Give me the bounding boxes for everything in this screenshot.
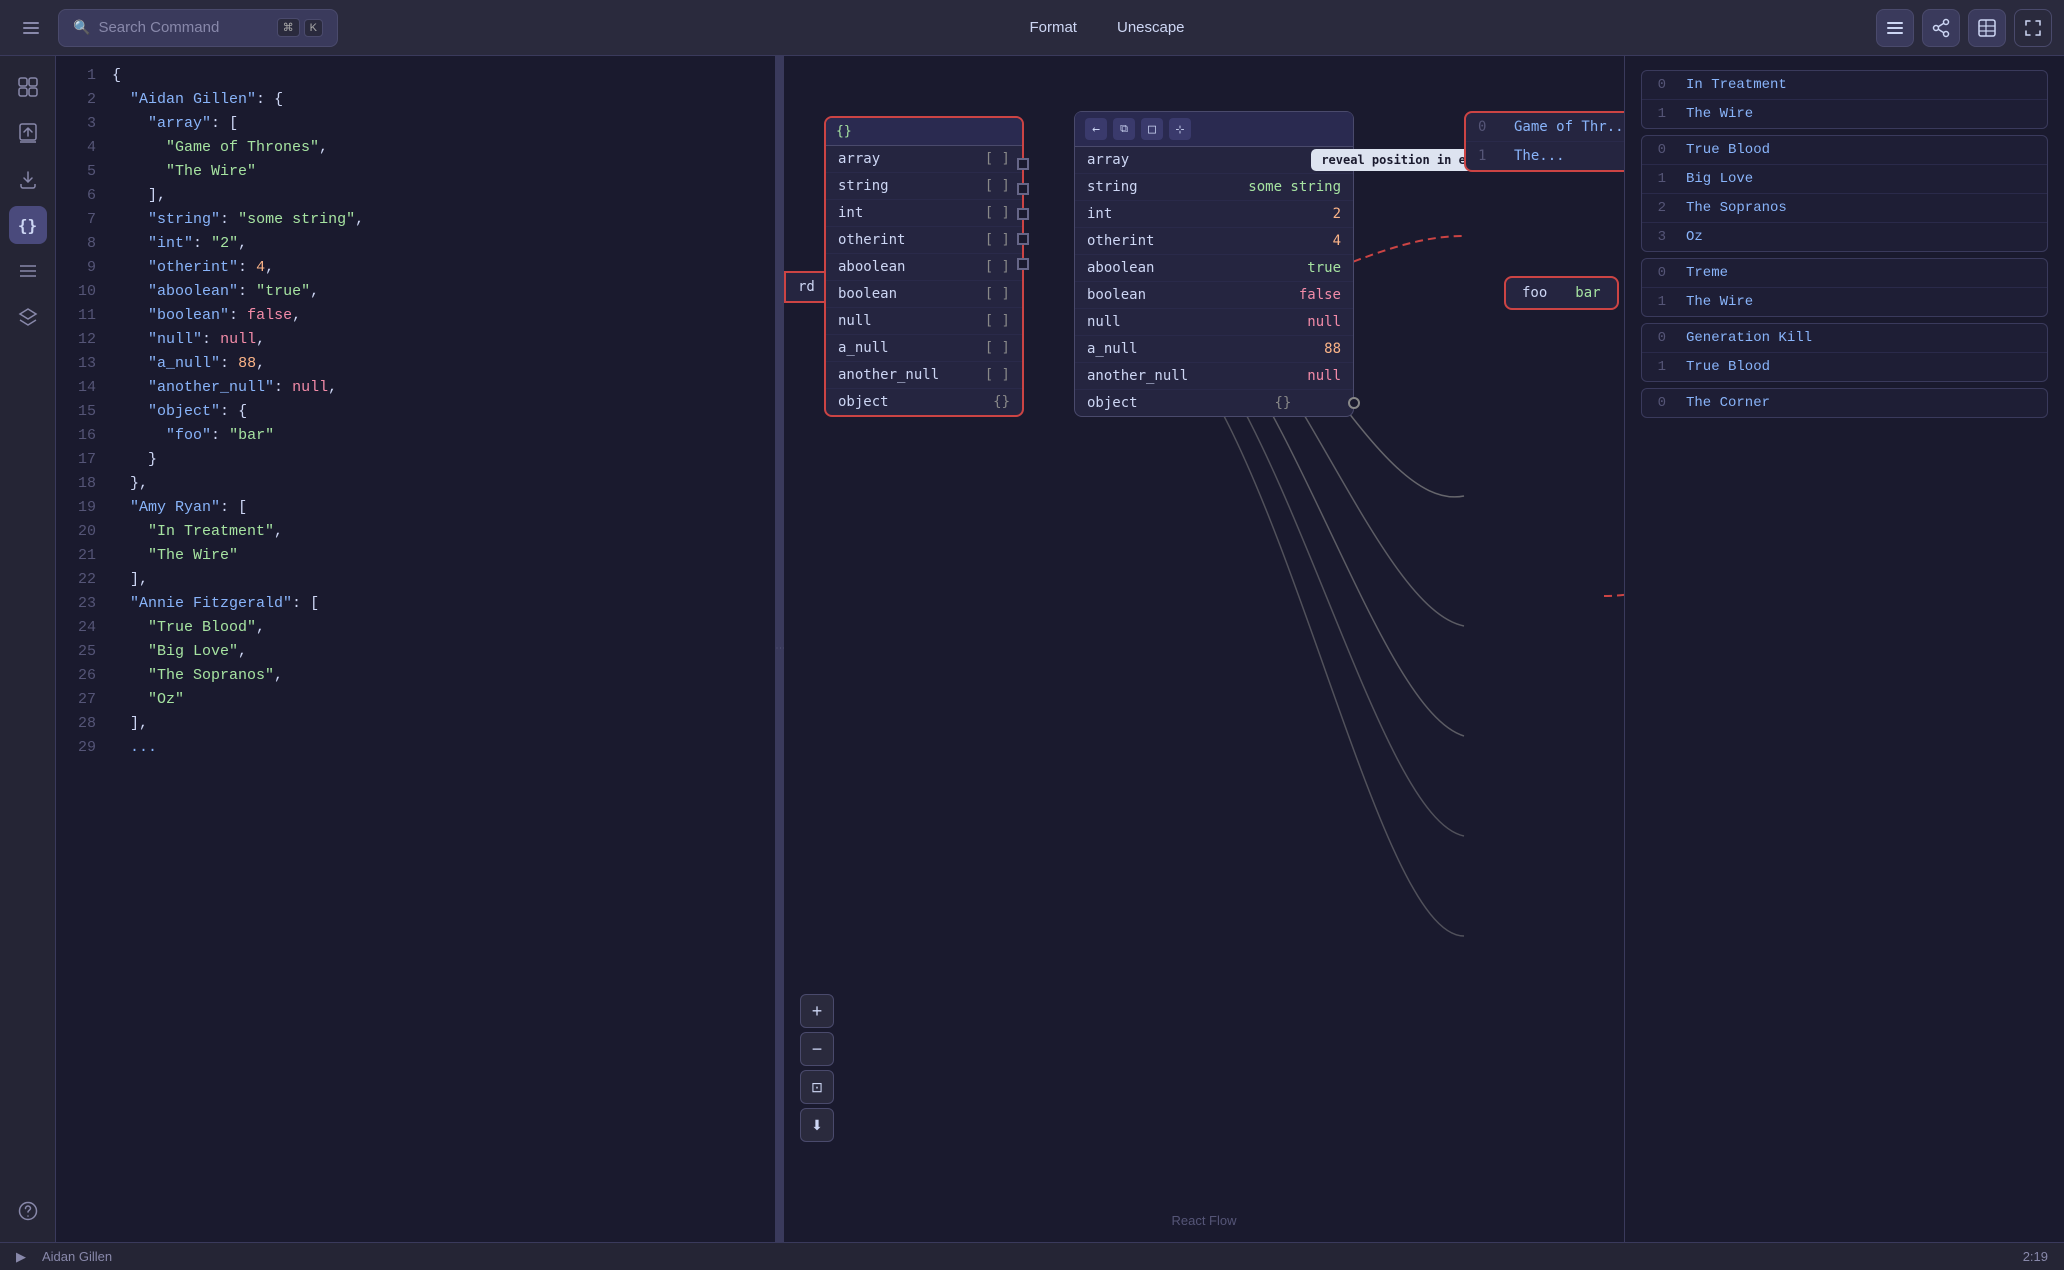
node-collapse-btn[interactable]: □ [1141,118,1163,140]
zoom-in-btn[interactable]: + [800,994,834,1028]
the-corner-node[interactable]: 0 The Corner [1641,388,2048,418]
node-back-btn[interactable]: ← [1085,118,1107,140]
layout-icon[interactable] [9,68,47,106]
array-top-node[interactable]: 0 Game of Thr... 1 The... [1464,111,1624,172]
toolbar-right [1876,9,2052,47]
table-icon-btn[interactable] [1968,9,2006,47]
sidebar-toggle-icon[interactable] [12,9,50,47]
layers-icon[interactable] [9,298,47,336]
code-panel: 1 { 2 "Aidan Gillen": { 3 "array": [ 4 "… [56,56,776,1242]
node-brace-icon: {} [836,124,852,139]
code-line-23: 23 "Annie Fitzgerald": [ [56,592,775,616]
code-line-10: 10 "aboolean": "true", [56,280,775,304]
detail-node[interactable]: ← ⧉ □ ⊹ array reveal position in editor … [1074,111,1354,417]
code-line-24: 24 "True Blood", [56,616,775,640]
cmd-key: ⌘ [277,18,300,37]
unescape-button[interactable]: Unescape [1109,13,1193,42]
search-shortcut: ⌘ K [277,18,323,37]
code-line-29: 29 ... [56,736,775,760]
search-command-input[interactable]: 🔍 Search Command ⌘ K [58,9,338,47]
search-icon: 🔍 [73,19,90,36]
expand-arrow[interactable]: ▶ [16,1249,26,1265]
code-line-22: 22 ], [56,568,775,592]
code-line-8: 8 "int": "2", [56,232,775,256]
search-text: Search Command [98,19,268,36]
node-focus-btn[interactable]: ⊹ [1169,118,1191,140]
download-icon[interactable] [9,160,47,198]
code-line-13: 13 "a_null": 88, [56,352,775,376]
code-line-25: 25 "Big Love", [56,640,775,664]
code-line-19: 19 "Amy Ryan": [ [56,496,775,520]
code-line-26: 26 "The Sopranos", [56,664,775,688]
annie-fitzgerald-node[interactable]: 0 True Blood 1 Big Love 2 The Sopranos 3… [1641,135,2048,252]
code-line-21: 21 "The Wire" [56,544,775,568]
braces-icon[interactable]: {} [9,206,47,244]
code-line-15: 15 "object": { [56,400,775,424]
list-icon[interactable] [9,252,47,290]
foo-bar-node[interactable]: foo bar [1504,276,1619,310]
code-line-1: 1 { [56,64,775,88]
flow-panel[interactable]: {} array[ ] string[ ] int[ ] otherint[ ]… [784,56,1624,1242]
main-aidan-node[interactable]: {} array[ ] string[ ] int[ ] otherint[ ]… [824,116,1024,417]
upload-icon[interactable] [9,114,47,152]
code-line-7: 7 "string": "some string", [56,208,775,232]
code-line-12: 12 "null": null, [56,328,775,352]
treme-thewire-node[interactable]: 0 Treme 1 The Wire [1641,258,2048,317]
main-layout: {} 1 [0,56,2064,1242]
code-line-11: 11 "boolean": false, [56,304,775,328]
fit-view-btn[interactable]: ⊡ [800,1070,834,1104]
resize-handle[interactable]: ⋮ [776,56,784,1242]
current-name: Aidan Gillen [42,1249,112,1264]
code-line-4: 4 "Game of Thrones", [56,136,775,160]
sidebar-icons: {} [0,56,56,1242]
code-line-20: 20 "In Treatment", [56,520,775,544]
react-flow-label: React Flow [1171,1213,1236,1228]
download-btn[interactable]: ⬇ [800,1108,834,1142]
cursor-position: 2:19 [2023,1249,2048,1264]
generation-kill-node[interactable]: 0 Generation Kill 1 True Blood [1641,323,2048,382]
help-icon[interactable] [9,1192,47,1230]
code-line-5: 5 "The Wire" [56,160,775,184]
code-line-16: 16 "foo": "bar" [56,424,775,448]
code-line-17: 17 } [56,448,775,472]
amy-ryan-node[interactable]: 0 In Treatment 1 The Wire [1641,70,2048,129]
code-line-14: 14 "another_null": null, [56,376,775,400]
toolbar-center: Format Unescape [346,13,1868,42]
right-panel: 0 In Treatment 1 The Wire 0 True Blood 1… [1624,56,2064,1242]
status-bar: ▶ Aidan Gillen 2:19 [0,1242,2064,1270]
format-button[interactable]: Format [1021,13,1085,42]
toolbar: 🔍 Search Command ⌘ K Format Unescape [0,0,2064,56]
code-editor[interactable]: 1 { 2 "Aidan Gillen": { 3 "array": [ 4 "… [56,56,775,1242]
zoom-controls: + − ⊡ ⬇ [800,994,834,1142]
node-copy-btn[interactable]: ⧉ [1113,118,1135,140]
expand-icon-btn[interactable] [2014,9,2052,47]
code-line-9: 9 "otherint": 4, [56,256,775,280]
code-line-3: 3 "array": [ [56,112,775,136]
code-line-28: 28 ], [56,712,775,736]
k-key: K [304,19,323,37]
code-line-2: 2 "Aidan Gillen": { [56,88,775,112]
code-line-6: 6 ], [56,184,775,208]
hamburger-icon-btn[interactable] [1876,9,1914,47]
code-line-27: 27 "Oz" [56,688,775,712]
zoom-out-btn[interactable]: − [800,1032,834,1066]
share-icon-btn[interactable] [1922,9,1960,47]
code-line-18: 18 }, [56,472,775,496]
